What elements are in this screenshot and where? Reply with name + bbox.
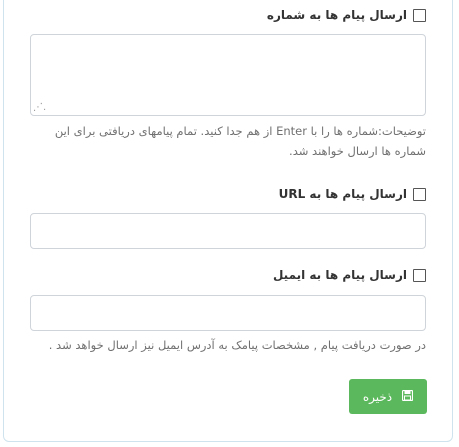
save-button[interactable]: ذخیره — [349, 379, 427, 414]
resize-grip-icon[interactable]: ⋰. — [33, 103, 46, 113]
save-label: ذخیره — [362, 389, 393, 404]
email-forward-label: ارسال پیام ها به ایمیل — [272, 268, 407, 282]
sms-forward-checkbox[interactable] — [413, 8, 426, 22]
url-forward-label: ارسال پیام ها به URL — [278, 187, 407, 201]
email-help-text: در صورت دریافت پیام , مشخصات پیامک به آد… — [48, 338, 426, 352]
numbers-textarea[interactable]: ⋰. — [30, 34, 426, 116]
url-input[interactable] — [30, 213, 426, 249]
sms-forward-row: ارسال پیام ها به شماره — [267, 8, 426, 22]
email-input[interactable] — [30, 295, 426, 331]
url-forward-checkbox[interactable] — [413, 187, 426, 201]
numbers-help-text: توضیحات:شماره ها را با Enter از هم جدا ک… — [54, 124, 426, 158]
sms-forward-label: ارسال پیام ها به شماره — [266, 8, 407, 22]
email-forward-row: ارسال پیام ها به ایمیل — [273, 268, 426, 282]
email-forward-checkbox[interactable] — [413, 268, 426, 282]
floppy-disk-icon — [402, 389, 414, 404]
url-forward-row: ارسال پیام ها به URL — [279, 187, 426, 201]
